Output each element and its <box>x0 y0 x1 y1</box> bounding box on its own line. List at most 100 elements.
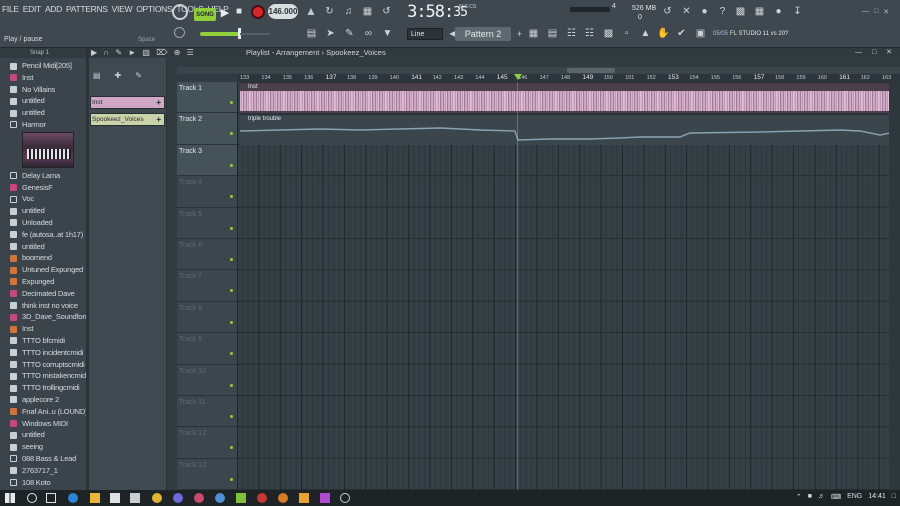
clock-indicator[interactable]: 14:41 <box>868 493 886 501</box>
network-icon[interactable]: ■ <box>808 493 812 501</box>
main-pitch-knob[interactable] <box>174 27 185 38</box>
automation-clip-voice[interactable]: triple trouble <box>240 114 890 145</box>
browser-item[interactable]: 108 Koto <box>0 477 87 489</box>
browser-item[interactable]: applecore 2 <box>0 394 87 406</box>
menu-view[interactable]: VIEW <box>112 4 133 18</box>
play-icon[interactable]: ▶ <box>218 4 232 20</box>
browser-item[interactable]: GenesisF <box>0 182 87 194</box>
cart-icon[interactable]: ▣ <box>692 25 709 42</box>
track-header[interactable]: Track 11 <box>177 396 237 428</box>
browser-item[interactable]: Unloaded <box>0 217 87 229</box>
track-enable-led[interactable] <box>230 195 233 199</box>
track-header[interactable]: Track 13 <box>177 459 237 491</box>
fx-icon[interactable]: ☷ <box>581 25 598 42</box>
plug-icon[interactable]: ▲ <box>637 25 654 42</box>
notification-icon[interactable]: □ <box>892 493 896 501</box>
playlist-vertical-scrollbar[interactable] <box>889 82 900 490</box>
edge-icon[interactable] <box>68 493 78 503</box>
master-volume-track[interactable] <box>240 33 270 35</box>
track-header[interactable]: Track 4 <box>177 176 237 208</box>
browser-item[interactable]: fe (autosa..at 1h17) <box>0 229 87 241</box>
windows-start-icon[interactable] <box>5 493 15 503</box>
browser-item[interactable]: Harmor <box>0 119 87 131</box>
browser-item[interactable]: seeing <box>0 441 87 453</box>
browser-item[interactable]: No Villains <box>0 84 87 96</box>
channel-rack-icon[interactable]: ▦ <box>525 25 542 42</box>
chrome-icon[interactable] <box>152 493 162 503</box>
app-icon[interactable] <box>320 493 330 503</box>
track-header[interactable]: Track 9 <box>177 333 237 365</box>
zoom-scroll-thumb[interactable] <box>567 68 615 73</box>
arrow-tool-icon[interactable]: ➤ <box>322 25 339 42</box>
help-icon[interactable]: ? <box>714 3 731 20</box>
app-icon[interactable] <box>194 493 204 503</box>
browser-item[interactable]: 3D_Dave_Soundfont <box>0 311 87 323</box>
browser-item[interactable]: untitled <box>0 95 87 107</box>
track-enable-led[interactable] <box>230 101 233 104</box>
playlist-window-controls[interactable]: — □ ✕ <box>855 48 896 58</box>
track-header[interactable]: Track 6 <box>177 239 237 271</box>
record-button[interactable] <box>251 5 265 19</box>
track-header[interactable]: Track 7 <box>177 270 237 302</box>
track-header[interactable]: Track 12 <box>177 427 237 459</box>
touch-icon[interactable]: ✋ <box>655 25 672 42</box>
link-icon[interactable]: ∞ <box>360 25 377 42</box>
browser-item[interactable]: TTTO mistakencmidi <box>0 370 87 382</box>
browser-item[interactable]: 088 Bass & Lead <box>0 453 87 465</box>
task-view-icon[interactable] <box>46 493 56 503</box>
news-ticker[interactable]: 05/05 FL STUDIO 11 vs 20? <box>713 28 803 40</box>
loop-record-icon[interactable]: ↺ <box>378 3 395 20</box>
track-enable-led[interactable] <box>230 320 233 324</box>
track-header[interactable]: Track 10 <box>177 365 237 396</box>
app-icon[interactable] <box>236 493 246 503</box>
browser-item[interactable]: TTTO corruptscmidi <box>0 359 87 371</box>
tray-chevron-icon[interactable]: ⌃ <box>796 493 802 501</box>
metronome-icon[interactable]: ▲ <box>302 2 320 20</box>
browser-item[interactable]: Inst <box>0 323 87 335</box>
track-enable-led[interactable] <box>230 289 233 293</box>
undo-icon[interactable]: ↺ <box>659 3 676 20</box>
track-enable-led[interactable] <box>230 383 233 387</box>
discord-icon[interactable] <box>173 493 183 503</box>
track-header[interactable]: Track 2 <box>177 113 237 145</box>
track-enable-led[interactable] <box>230 132 233 136</box>
track-enable-led[interactable] <box>230 258 233 261</box>
song-position-clock[interactable]: 3:58:35 <box>407 1 468 23</box>
save-icon[interactable]: ▩ <box>732 3 749 20</box>
snap-select[interactable]: Line <box>407 28 443 40</box>
cut-icon[interactable]: ✕ <box>678 3 695 20</box>
browser-item[interactable]: untitled <box>0 107 87 119</box>
track-enable-led[interactable] <box>230 446 233 450</box>
chat-icon[interactable]: ● <box>770 3 787 20</box>
mixer-icon[interactable]: ☷ <box>563 25 580 42</box>
countdown-icon[interactable]: ♫ <box>340 3 357 20</box>
add-icon[interactable]: + <box>156 114 161 125</box>
main-volume-knob[interactable] <box>172 4 188 20</box>
app-icon[interactable] <box>278 493 288 503</box>
track-enable-led[interactable] <box>230 352 233 356</box>
keyboard-icon[interactable]: ⌨ <box>831 493 841 501</box>
stop-icon[interactable]: ■ <box>234 6 244 17</box>
browser-item[interactable]: Decimated Dave <box>0 288 87 300</box>
browser-item[interactable]: Delay Lama <box>0 170 87 182</box>
settings-gear-icon[interactable] <box>340 493 350 503</box>
song-mode-button[interactable]: SONG <box>194 8 216 21</box>
timeline-ruler[interactable]: 133 134 135 136 137 138 139 140 141 142 143 144 145 1… <box>237 74 900 82</box>
stamp-icon[interactable]: ▼ <box>379 25 396 42</box>
mail-icon[interactable] <box>130 493 140 503</box>
track-header[interactable]: Track 3 <box>177 144 237 177</box>
horizontal-zoom-scrollbar[interactable] <box>177 67 900 74</box>
browser-item[interactable]: TTTO bfcmidi <box>0 335 87 347</box>
menu-options[interactable]: OPTIONS <box>136 4 172 18</box>
track-header[interactable]: Track 5 <box>177 208 237 239</box>
track-enable-led[interactable] <box>230 415 233 418</box>
track-header[interactable]: Track 1 <box>177 82 237 114</box>
add-icon[interactable]: + <box>156 97 161 108</box>
track-enable-led[interactable] <box>230 163 233 167</box>
song-position-marker-icon[interactable] <box>514 74 522 80</box>
browser-item[interactable]: TTTO incidentcmidi <box>0 347 87 359</box>
browser-item[interactable]: think inst no voice <box>0 300 87 312</box>
tempo-display[interactable]: 146.000 <box>268 4 298 19</box>
playlist-toolbar-icons[interactable]: ▶ ∩ ✎ ► ▧ ⌦ ⊕ ☰ <box>91 48 196 58</box>
tools-icon[interactable]: ✔ <box>673 25 690 42</box>
